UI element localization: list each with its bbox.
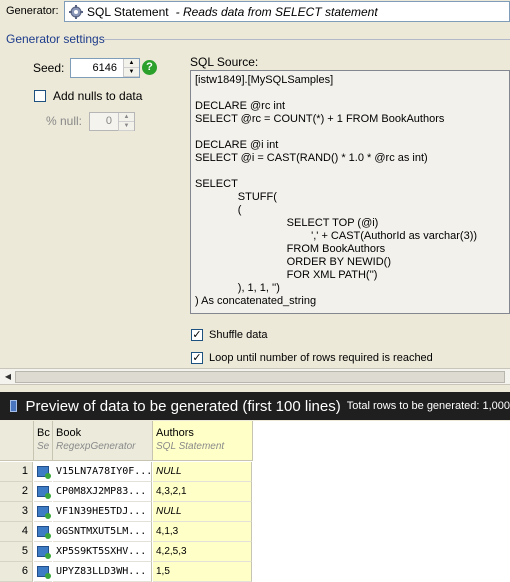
- seed-up-icon[interactable]: ▲: [124, 59, 139, 68]
- record-icon: [34, 542, 52, 562]
- scrollbar-thumb[interactable]: [15, 371, 505, 383]
- seed-value: 6146: [92, 62, 117, 74]
- seed-down-icon[interactable]: ▼: [124, 68, 139, 77]
- preview-title: Preview of data to be generated (first 1…: [25, 397, 341, 415]
- row-number: 1: [0, 462, 33, 482]
- record-icon: [34, 462, 52, 482]
- record-icon: [34, 482, 52, 502]
- row-number: 4: [0, 522, 33, 542]
- settings-divider: [104, 39, 510, 40]
- book-cell: CP0M8XJ2MP83...: [53, 482, 152, 502]
- loop-until-rows-checkbox[interactable]: ✓: [191, 352, 203, 364]
- record-icon: [34, 562, 52, 582]
- authors-cell: 4,3,2,1: [153, 482, 252, 502]
- preview-header: Preview of data to be generated (first 1…: [0, 392, 510, 420]
- book-cell: UPYZ83LLD3WH...: [53, 562, 152, 582]
- authors-cell: 1,5: [153, 562, 252, 582]
- authors-cell: NULL: [153, 502, 252, 522]
- book-cell: 0GSNTMXUT5LM...: [53, 522, 152, 542]
- percent-null-value: 0: [105, 115, 112, 127]
- column-generator: RegexpGenerator: [56, 441, 136, 452]
- sql-source-editor[interactable]: [istw1849].[MySQLSamples] DECLARE @rc in…: [190, 70, 510, 314]
- column-title: Authors: [156, 427, 194, 439]
- loop-until-rows-label: Loop until number of rows required is re…: [209, 352, 433, 364]
- row-number-header: [0, 421, 34, 461]
- authors-cell: 4,2,5,3: [153, 542, 252, 562]
- shuffle-data-checkbox[interactable]: ✓: [191, 329, 203, 341]
- column-header-bc[interactable]: Bc Se: [34, 421, 53, 461]
- column-header-authors[interactable]: Authors SQL Statement: [153, 421, 253, 461]
- column-generator: SQL Statement: [156, 441, 225, 452]
- column-generator: Se: [37, 441, 50, 452]
- table-row[interactable]: 5 XP5S9KT5SXHV... 4,2,5,3: [0, 542, 510, 562]
- preview-grid: Bc Se Book RegexpGenerator Authors SQL S…: [0, 421, 510, 582]
- shuffle-data-label: Shuffle data: [209, 329, 268, 341]
- authors-cell: NULL: [153, 462, 252, 482]
- record-icon: [34, 502, 52, 522]
- percent-null-up-icon: ▲: [119, 113, 134, 122]
- generator-label: Generator:: [6, 5, 59, 17]
- record-icon: [34, 522, 52, 542]
- row-number: 5: [0, 542, 33, 562]
- book-cell: XP5S9KT5SXHV...: [53, 542, 152, 562]
- percent-null-stepper: 0 ▲ ▼: [89, 112, 135, 131]
- seed-label: Seed:: [33, 61, 65, 75]
- table-row[interactable]: 4 0GSNTMXUT5LM... 4,1,3: [0, 522, 510, 542]
- add-nulls-label: Add nulls to data: [53, 89, 143, 103]
- row-number: 2: [0, 482, 33, 502]
- percent-null-label: % null:: [46, 114, 83, 128]
- seed-stepper[interactable]: 6146 ▲ ▼: [70, 58, 140, 78]
- row-number: 6: [0, 562, 33, 582]
- generator-selector[interactable]: SQL Statement - Reads data from SELECT s…: [64, 1, 510, 22]
- preview-total-rows: Total rows to be generated: 1,000: [346, 400, 510, 412]
- book-cell: V15LN7A78IY0F...: [53, 462, 152, 482]
- grid-preview-icon: [10, 400, 17, 412]
- generator-name: SQL Statement: [87, 4, 169, 19]
- table-row[interactable]: 1 V15LN7A78IY0F... NULL: [0, 462, 510, 482]
- add-nulls-checkbox[interactable]: [34, 90, 46, 102]
- column-title: Book: [56, 427, 82, 439]
- gear-icon: [69, 4, 83, 19]
- generator-settings-header: Generator settings: [6, 32, 105, 46]
- percent-null-down-icon: ▼: [119, 122, 134, 131]
- column-header-book[interactable]: Book RegexpGenerator: [53, 421, 153, 461]
- column-title: Bc: [37, 427, 50, 439]
- authors-cell: 4,1,3: [153, 522, 252, 542]
- scroll-left-icon[interactable]: ◀: [2, 371, 14, 383]
- book-cell: VF1N39HE5TDJ...: [53, 502, 152, 522]
- generator-description: - Reads data from SELECT statement: [175, 4, 378, 19]
- horizontal-scrollbar[interactable]: ◀: [0, 368, 510, 385]
- table-row[interactable]: 2 CP0M8XJ2MP83... 4,3,2,1: [0, 482, 510, 502]
- table-row[interactable]: 6 UPYZ83LLD3WH... 1,5: [0, 562, 510, 582]
- table-row[interactable]: 3 VF1N39HE5TDJ... NULL: [0, 502, 510, 522]
- sql-source-label: SQL Source:: [190, 55, 259, 69]
- row-number: 3: [0, 502, 33, 522]
- help-icon[interactable]: ?: [142, 60, 157, 75]
